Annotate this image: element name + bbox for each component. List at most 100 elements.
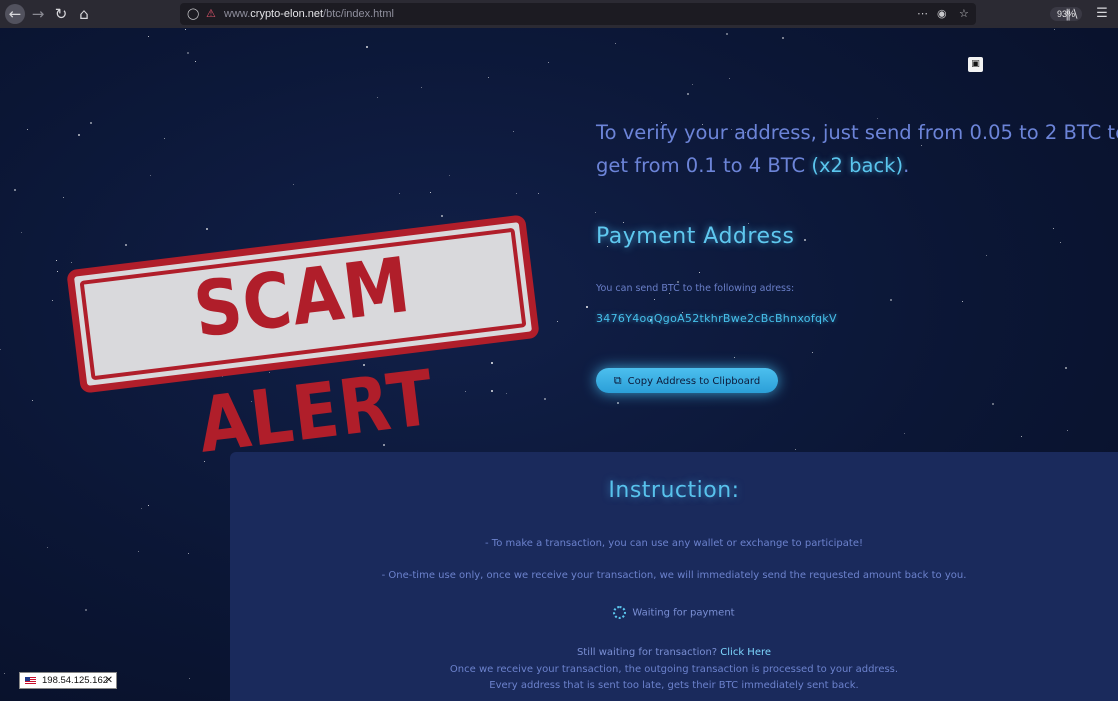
star (726, 33, 728, 35)
instruction-line-4: Every address that is sent too late, get… (489, 680, 859, 691)
payment-description: You can send BTC to the following adress… (596, 283, 795, 294)
star (734, 357, 735, 358)
payment-title: Payment Address (596, 224, 795, 249)
star (1060, 242, 1061, 243)
star (52, 300, 53, 301)
star (687, 93, 689, 95)
star (544, 398, 546, 400)
star (4, 673, 5, 674)
star (890, 299, 892, 301)
click-here-link[interactable]: Click Here (720, 647, 771, 658)
star (1054, 29, 1055, 30)
instruction-title: Instruction: (608, 478, 740, 503)
back-button[interactable]: ← (5, 4, 25, 24)
star (188, 553, 189, 554)
star (491, 362, 493, 364)
copy-button-label: Copy Address to Clipboard (627, 376, 761, 387)
star (78, 134, 80, 136)
pocket-icon[interactable]: ◉ (937, 3, 947, 25)
library-icon[interactable]: ∥∖ (1062, 4, 1082, 24)
star (441, 215, 443, 217)
star (14, 189, 16, 191)
star (206, 228, 208, 230)
star (21, 232, 22, 233)
star (1067, 430, 1068, 431)
home-button[interactable]: ⌂ (74, 4, 94, 24)
copy-address-button[interactable]: ⧉ Copy Address to Clipboard (596, 368, 778, 393)
copy-icon: ⧉ (613, 374, 622, 387)
star (1053, 228, 1054, 229)
star (399, 193, 400, 194)
star (377, 97, 378, 98)
star (804, 239, 806, 241)
reload-button[interactable]: ↻ (51, 4, 71, 24)
star (557, 321, 558, 322)
star (32, 400, 33, 401)
star (57, 271, 58, 272)
star (1021, 436, 1022, 437)
star (125, 244, 127, 246)
star (366, 46, 368, 48)
ip-address: 198.54.125.162 (42, 675, 109, 686)
star (189, 678, 190, 679)
star (782, 37, 784, 39)
star (623, 222, 624, 223)
star (692, 84, 693, 85)
star (795, 449, 796, 450)
scam-alert-stamp: SCAM ALERT (66, 214, 540, 470)
star (617, 402, 619, 404)
star (90, 122, 92, 124)
headline-line2: get from 0.1 to 4 BTC (x2 back). (596, 154, 910, 177)
menu-icon[interactable]: ☰ (1092, 4, 1112, 24)
star (699, 272, 700, 273)
spinner-icon (613, 606, 627, 619)
star (85, 609, 87, 611)
star (187, 52, 189, 54)
close-icon[interactable]: ✕ (105, 673, 113, 688)
star (449, 175, 450, 176)
star (992, 403, 994, 405)
scam-page: ▣ SCAM ALERT To verify your address, jus… (0, 28, 1118, 701)
star (148, 36, 149, 37)
bookmark-star-icon[interactable]: ☆ (959, 3, 969, 25)
ip-badge: 198.54.125.162 ✕ (19, 672, 117, 689)
insecure-lock-icon[interactable]: ⚠ (206, 3, 216, 25)
star (63, 197, 64, 198)
us-flag-icon (25, 677, 36, 684)
star (185, 29, 186, 30)
star (71, 262, 72, 263)
headline-highlight: (x2 back) (811, 154, 904, 177)
payment-address[interactable]: 3476Y4oqQgoA52tkhrBwe2cBcBhnxofqkV (596, 312, 837, 325)
star (27, 129, 28, 130)
star (465, 391, 466, 392)
star (56, 260, 57, 261)
star (195, 61, 196, 62)
url-bar[interactable]: ◯ ⚠ www.crypto-elon.net/btc/index.html 9… (180, 3, 1083, 25)
star (1065, 367, 1067, 369)
instruction-panel: Instruction: - To make a transaction, yo… (230, 452, 1118, 701)
more-actions-icon[interactable]: ⋯ (917, 3, 928, 25)
shield-icon[interactable]: ◯ (187, 3, 199, 25)
star (164, 138, 165, 139)
star (506, 393, 507, 394)
instruction-line-1: - To make a transaction, you can use any… (485, 538, 863, 549)
star (538, 193, 539, 194)
floppy-icon[interactable]: ▣ (968, 57, 983, 72)
star (421, 87, 422, 88)
star (986, 255, 987, 256)
star (513, 131, 514, 132)
star (491, 390, 493, 392)
star (488, 77, 489, 78)
forward-button[interactable]: → (28, 4, 48, 24)
star (293, 184, 294, 185)
star (430, 192, 431, 193)
star (615, 43, 616, 44)
instruction-line-2: - One-time use only, once we receive you… (381, 570, 967, 581)
url-text[interactable]: www.crypto-elon.net/btc/index.html (224, 3, 394, 25)
star (148, 505, 149, 506)
instruction-line-3: Once we receive your transaction, the ou… (449, 664, 899, 675)
star (595, 212, 596, 213)
star (141, 508, 142, 509)
star (548, 62, 549, 63)
star (729, 78, 730, 79)
